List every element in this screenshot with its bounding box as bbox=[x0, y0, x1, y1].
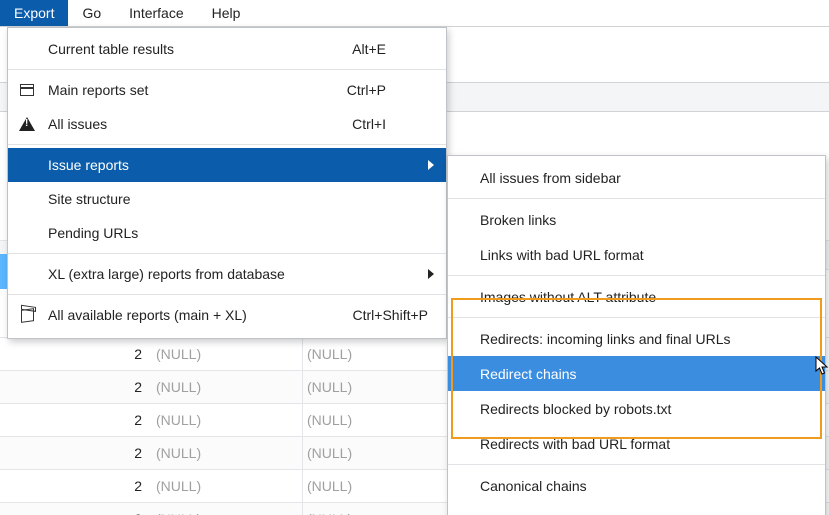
menu-separator bbox=[8, 144, 446, 145]
menu-item-main-reports-set[interactable]: Main reports set Ctrl+P bbox=[8, 73, 446, 107]
submenu-item-label: All issues from sidebar bbox=[480, 170, 621, 186]
package-icon bbox=[19, 307, 35, 323]
stack-icon bbox=[19, 82, 35, 98]
menu-help[interactable]: Help bbox=[198, 0, 255, 26]
submenu-item-broken-links[interactable]: Broken links bbox=[448, 202, 825, 237]
cell-null: (NULL) bbox=[152, 404, 302, 436]
cell-null: (NULL) bbox=[152, 470, 302, 502]
menu-item-all-issues[interactable]: All issues Ctrl+I bbox=[8, 107, 446, 141]
menu-item-label: Pending URLs bbox=[48, 225, 446, 241]
menu-separator bbox=[448, 198, 825, 199]
submenu-item-all-issues-sidebar[interactable]: All issues from sidebar bbox=[448, 160, 825, 195]
submenu-item-bad-url-links[interactable]: Links with bad URL format bbox=[448, 237, 825, 272]
submenu-item-label: Redirects with bad URL format bbox=[480, 436, 670, 452]
submenu-arrow-icon bbox=[428, 269, 434, 279]
menu-interface[interactable]: Interface bbox=[115, 0, 197, 26]
submenu-item-label: Canonical chains bbox=[480, 478, 587, 494]
menu-label: Export bbox=[14, 5, 54, 21]
menu-separator bbox=[448, 317, 825, 318]
submenu-item-redirects-incoming[interactable]: Redirects: incoming links and final URLs bbox=[448, 321, 825, 356]
cell-null: (NULL) bbox=[152, 437, 302, 469]
menu-item-shortcut: Ctrl+P bbox=[347, 82, 386, 98]
menu-item-label: Site structure bbox=[48, 191, 446, 207]
menu-item-label: Current table results bbox=[48, 41, 352, 57]
menu-separator bbox=[448, 464, 825, 465]
menu-item-xl-reports[interactable]: XL (extra large) reports from database bbox=[8, 257, 446, 291]
menu-go[interactable]: Go bbox=[68, 0, 115, 26]
cell-value: 2 bbox=[0, 437, 152, 469]
warning-icon bbox=[19, 116, 35, 132]
menu-item-pending-urls[interactable]: Pending URLs bbox=[8, 216, 446, 250]
menu-item-label: Main reports set bbox=[48, 82, 347, 98]
cell-value: 2 bbox=[0, 503, 152, 515]
menu-item-label: Issue reports bbox=[48, 157, 446, 173]
submenu-item-label: Redirects blocked by robots.txt bbox=[480, 401, 671, 417]
cell-value: 2 bbox=[0, 470, 152, 502]
menu-label: Interface bbox=[129, 5, 183, 21]
menu-separator bbox=[8, 294, 446, 295]
menu-item-current-table-results[interactable]: Current table results Alt+E bbox=[8, 32, 446, 66]
menu-item-shortcut: Ctrl+I bbox=[352, 116, 386, 132]
menu-separator bbox=[448, 275, 825, 276]
cell-value: 2 bbox=[0, 404, 152, 436]
menu-item-all-available-reports[interactable]: All available reports (main + XL) Ctrl+S… bbox=[8, 298, 446, 332]
cell-null: (NULL) bbox=[152, 371, 302, 403]
submenu-item-label: Links with bad URL format bbox=[480, 247, 644, 263]
submenu-item-label: Redirect chains bbox=[480, 366, 577, 382]
menu-item-label: All issues bbox=[48, 116, 352, 132]
submenu-item-label: Images without ALT attribute bbox=[480, 289, 656, 305]
submenu-item-redirect-chains[interactable]: Redirect chains bbox=[448, 356, 825, 391]
menu-separator bbox=[8, 253, 446, 254]
menu-item-shortcut: Ctrl+Shift+P bbox=[353, 307, 428, 323]
cell-value: 2 bbox=[0, 371, 152, 403]
menu-export[interactable]: Export bbox=[0, 0, 68, 26]
submenu-item-redirects-bad-url[interactable]: Redirects with bad URL format bbox=[448, 426, 825, 461]
menu-separator bbox=[8, 69, 446, 70]
menu-item-site-structure[interactable]: Site structure bbox=[8, 182, 446, 216]
submenu-item-canonical-chains[interactable]: Canonical chains bbox=[448, 468, 825, 503]
submenu-item-redirects-robots[interactable]: Redirects blocked by robots.txt bbox=[448, 391, 825, 426]
menu-item-label: XL (extra large) reports from database bbox=[48, 266, 446, 282]
submenu-item-canonical-robots[interactable]: Canonical blocked by robots.txt bbox=[448, 503, 825, 515]
cell-null: (NULL) bbox=[152, 338, 302, 370]
menu-item-issue-reports[interactable]: Issue reports bbox=[8, 148, 446, 182]
submenu-item-label: Broken links bbox=[480, 212, 556, 228]
submenu-item-label: Redirects: incoming links and final URLs bbox=[480, 331, 731, 347]
export-dropdown: Current table results Alt+E Main reports… bbox=[7, 27, 447, 339]
submenu-item-images-no-alt[interactable]: Images without ALT attribute bbox=[448, 279, 825, 314]
issue-reports-submenu: All issues from sidebar Broken links Lin… bbox=[447, 155, 826, 515]
menu-label: Go bbox=[82, 5, 101, 21]
cell-null: (NULL) bbox=[152, 503, 302, 515]
cell-value: 2 bbox=[0, 338, 152, 370]
submenu-arrow-icon bbox=[428, 160, 434, 170]
menu-item-label: All available reports (main + XL) bbox=[48, 307, 353, 323]
menu-item-shortcut: Alt+E bbox=[352, 41, 386, 57]
menubar: Export Go Interface Help bbox=[0, 0, 829, 27]
menu-label: Help bbox=[212, 5, 241, 21]
